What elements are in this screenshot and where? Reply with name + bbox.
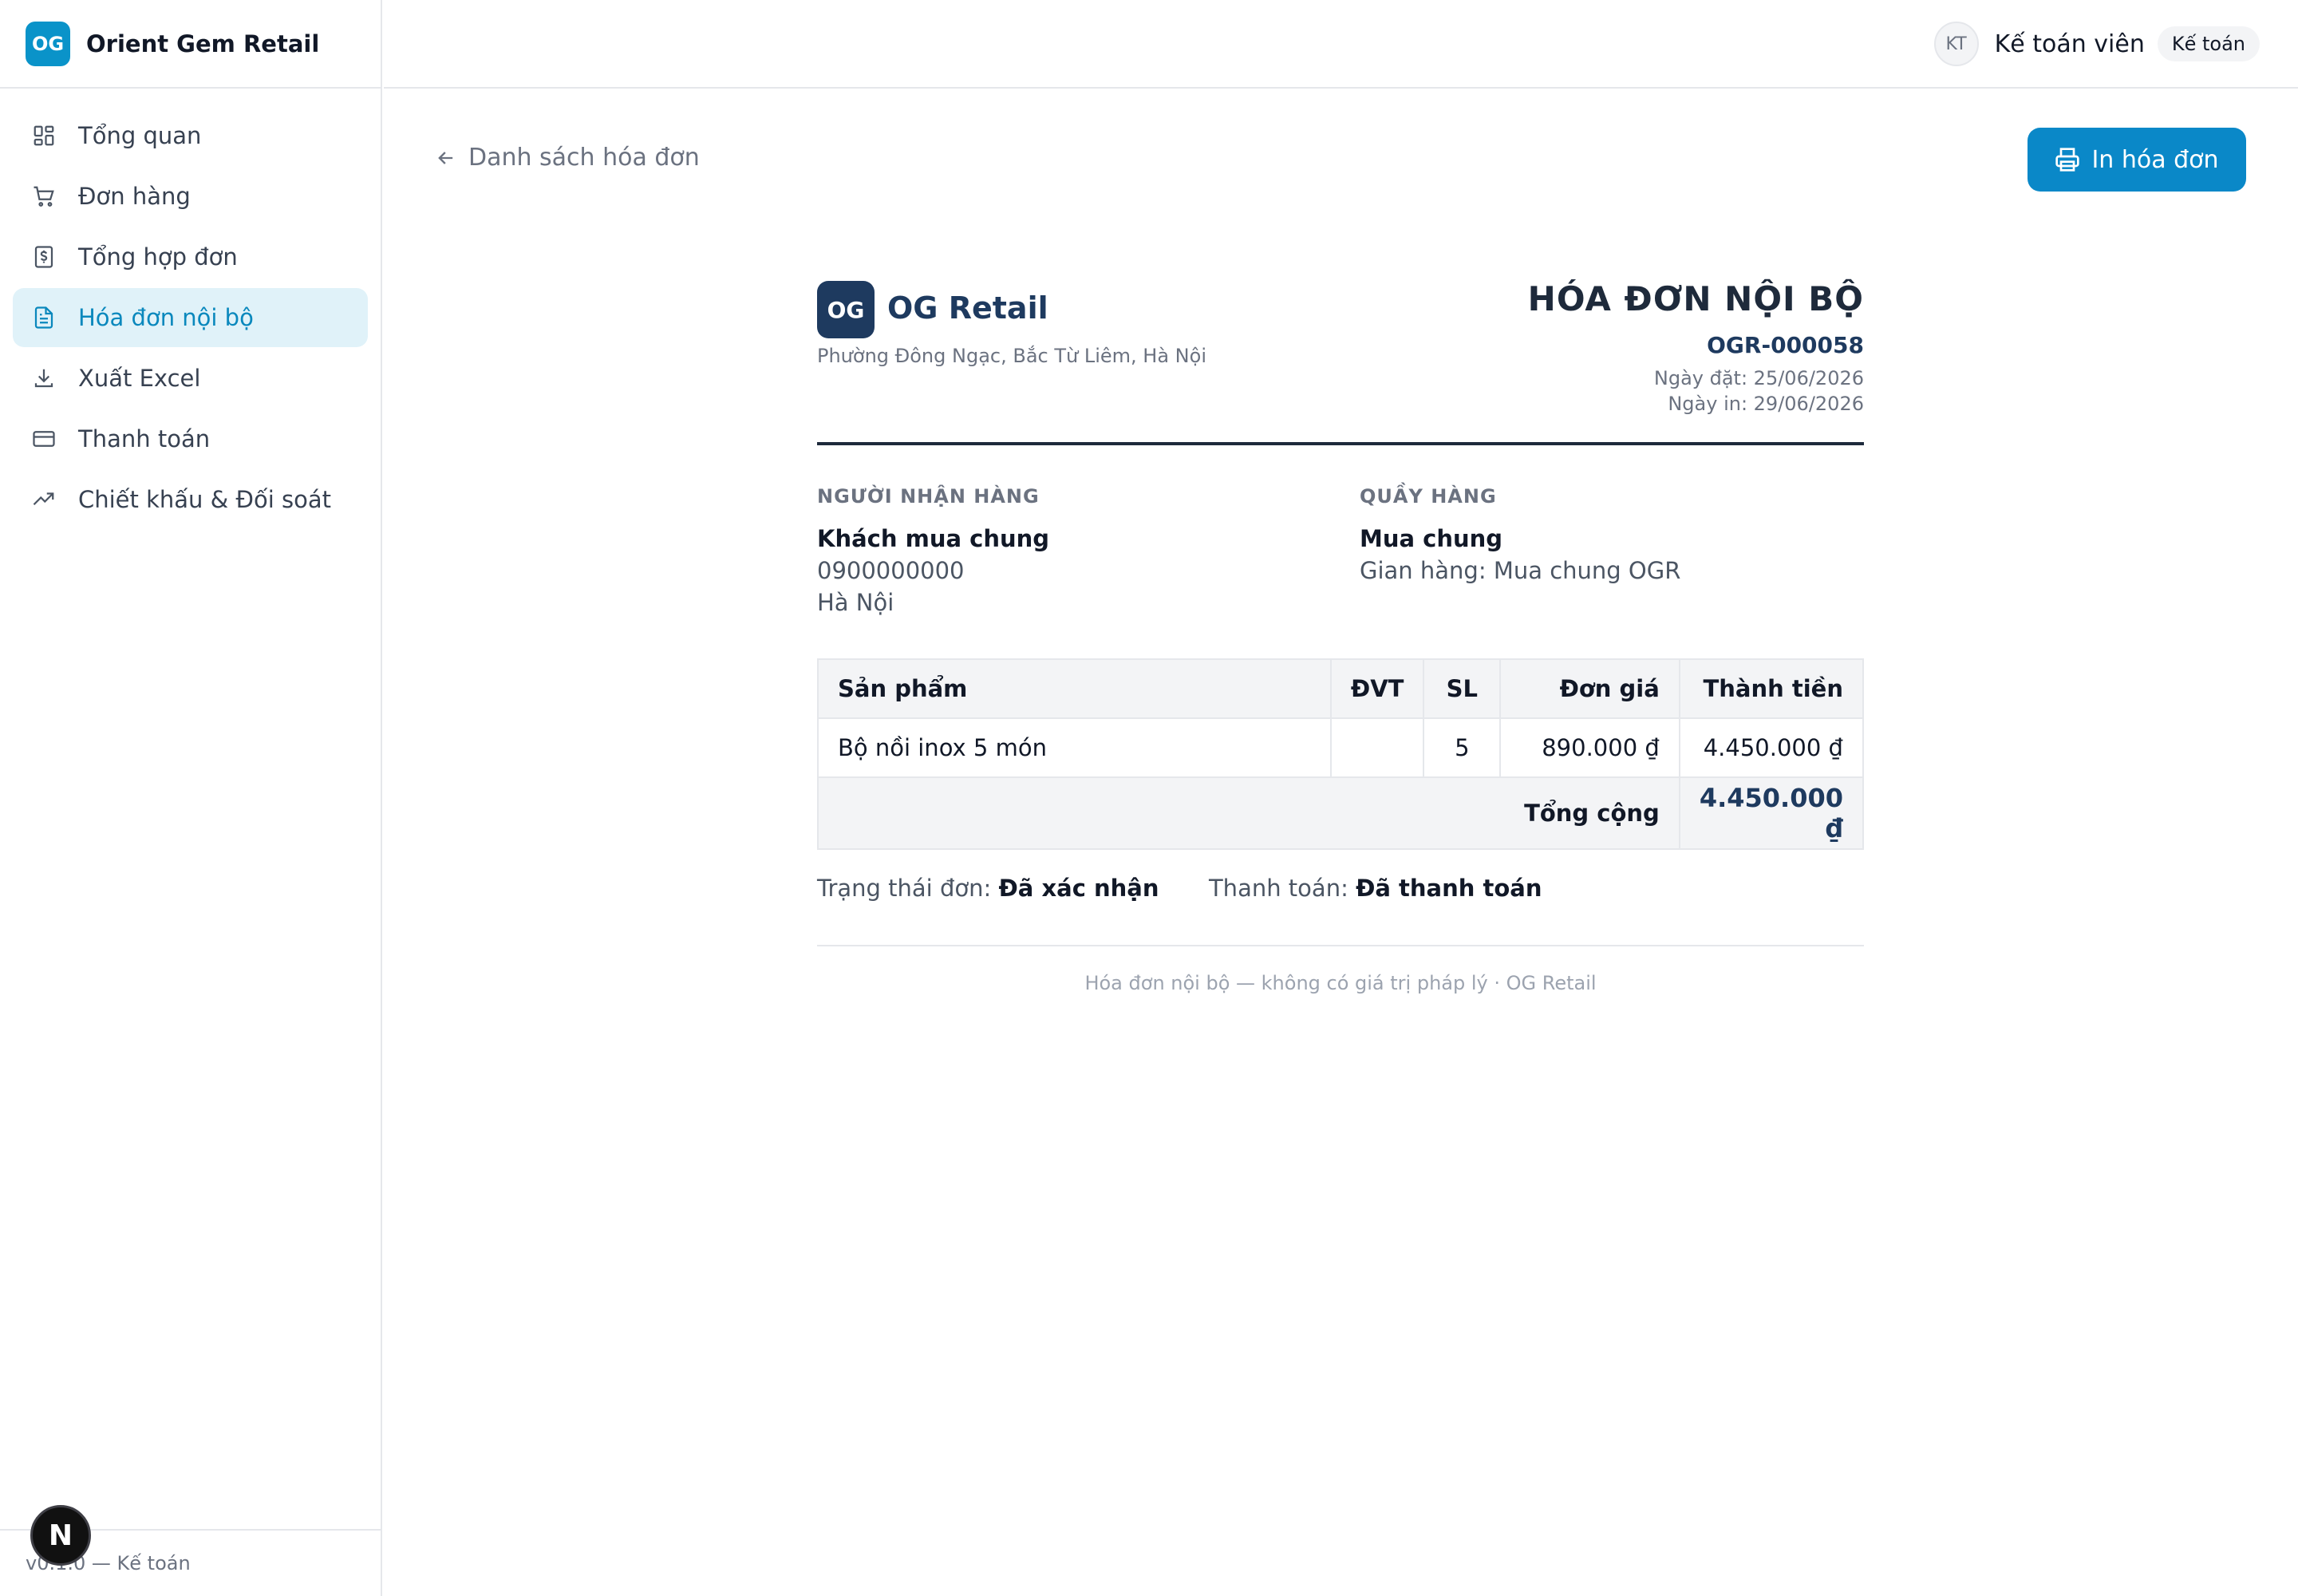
sidebar-item-label: Xuất Excel <box>78 365 201 392</box>
brand-logo: OG <box>26 21 70 66</box>
col-amount: Thành tiền <box>1678 658 1865 719</box>
invoice-company: OG Retail <box>887 290 1048 326</box>
arrow-left-icon <box>435 147 457 169</box>
cell-unit <box>1329 717 1425 778</box>
invoice-code: OGR-000058 <box>1707 332 1864 358</box>
invoice-logo: OG <box>817 281 875 338</box>
brand[interactable]: OG Orient Gem Retail <box>0 0 381 89</box>
topbar: KT Kế toán viên Kế toán <box>384 0 2298 89</box>
printer-icon <box>2055 147 2080 172</box>
invoice-title: HÓA ĐƠN NỘI BỘ <box>1527 279 1864 318</box>
col-unit: ĐVT <box>1329 658 1425 719</box>
user-name: Kế toán viên <box>1994 30 2145 58</box>
footer-divider <box>817 945 1864 946</box>
user-menu[interactable]: KT Kế toán viên Kế toán <box>1933 22 2260 66</box>
col-price: Đơn giá <box>1499 658 1680 719</box>
card-icon <box>30 425 57 452</box>
sidebar-item-label: Tổng quan <box>78 122 202 149</box>
cell-price: 890.000 ₫ <box>1499 717 1680 778</box>
receipt-icon <box>30 243 57 271</box>
counter-stall: Gian hàng: Mua chung OGR <box>1360 557 1681 584</box>
counter-name: Mua chung <box>1360 525 1503 552</box>
sidebar-item-orders[interactable]: Đơn hàng <box>13 167 368 226</box>
cell-amount: 4.450.000 ₫ <box>1678 717 1865 778</box>
recipient-name: Khách mua chung <box>817 525 1050 552</box>
brand-name: Orient Gem Retail <box>86 30 320 57</box>
recipient-phone: 0900000000 <box>817 557 965 584</box>
col-product: Sản phẩm <box>817 658 1332 719</box>
sidebar-nav: Tổng quan Đơn hàng Tổng hợp đơn Hóa đơn … <box>0 89 381 529</box>
sidebar-item-export-excel[interactable]: Xuất Excel <box>13 349 368 408</box>
sidebar-item-payment[interactable]: Thanh toán <box>13 409 368 468</box>
invoice-address: Phường Đông Ngạc, Bắc Từ Liêm, Hà Nội <box>817 345 1206 367</box>
cart-icon <box>30 183 57 210</box>
sidebar: OG Orient Gem Retail Tổng quan Đơn hàng … <box>0 0 382 1596</box>
trend-icon <box>30 486 57 513</box>
recipient-address: Hà Nội <box>817 589 894 616</box>
sidebar-item-internal-invoice[interactable]: Hóa đơn nội bộ <box>13 288 368 347</box>
counter-label: QUẦY HÀNG <box>1360 485 1497 508</box>
back-link[interactable]: Danh sách hóa đơn <box>435 144 700 172</box>
invoice-print-date: Ngày in: 29/06/2026 <box>1668 393 1864 415</box>
payment-status-value: Đã thanh toán <box>1356 875 1542 902</box>
order-status-label: Trạng thái đơn: <box>817 875 992 902</box>
back-link-label: Danh sách hóa đơn <box>468 144 700 172</box>
sidebar-item-label: Đơn hàng <box>78 183 191 210</box>
table-row: Bộ nồi inox 5 món 5 890.000 ₫ 4.450.000 … <box>817 717 1865 778</box>
avatar: KT <box>1933 22 1979 66</box>
status-line: Trạng thái đơn: Đã xác nhận Thanh toán: … <box>817 875 1542 902</box>
cell-product: Bộ nồi inox 5 món <box>817 717 1332 778</box>
invoice-items-table: Sản phẩm ĐVT SL Đơn giá Thành tiền Bộ nồ… <box>817 658 1865 850</box>
print-button-label: In hóa đơn <box>2091 145 2219 174</box>
col-qty: SL <box>1423 658 1502 719</box>
role-badge: Kế toán <box>2157 26 2260 61</box>
sidebar-item-label: Chiết khấu & Đối soát <box>78 486 331 513</box>
next-dev-badge[interactable]: N <box>30 1505 91 1566</box>
payment-status-label: Thanh toán: <box>1208 875 1348 902</box>
dashboard-icon <box>30 122 57 149</box>
print-invoice-button[interactable]: In hóa đơn <box>2028 128 2246 192</box>
total-label: Tổng cộng <box>817 776 1680 850</box>
invoice-footnote: Hóa đơn nội bộ — không có giá trị pháp l… <box>1084 972 1597 994</box>
order-status-value: Đã xác nhận <box>998 875 1159 902</box>
download-icon <box>30 365 57 392</box>
total-value: 4.450.000 ₫ <box>1678 776 1865 850</box>
sidebar-item-label: Thanh toán <box>78 425 211 452</box>
cell-qty: 5 <box>1423 717 1502 778</box>
sidebar-item-label: Hóa đơn nội bộ <box>78 304 254 331</box>
sidebar-item-label: Tổng hợp đơn <box>78 243 238 271</box>
sidebar-item-overview[interactable]: Tổng quan <box>13 106 368 165</box>
invoice-order-date: Ngày đặt: 25/06/2026 <box>1653 367 1864 389</box>
invoice-divider <box>817 442 1864 445</box>
document-icon <box>30 304 57 331</box>
table-total-row: Tổng cộng 4.450.000 ₫ <box>817 776 1865 850</box>
sidebar-item-discount-reconcile[interactable]: Chiết khấu & Đối soát <box>13 470 368 529</box>
sidebar-item-order-summary[interactable]: Tổng hợp đơn <box>13 227 368 286</box>
recipient-label: NGƯỜI NHẬN HÀNG <box>817 485 1040 508</box>
table-header-row: Sản phẩm ĐVT SL Đơn giá Thành tiền <box>817 658 1865 719</box>
